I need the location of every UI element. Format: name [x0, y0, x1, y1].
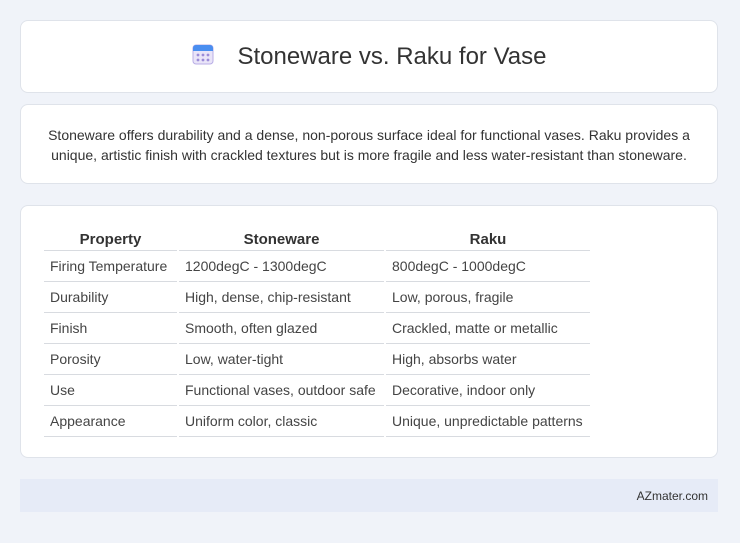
intro-card: Stoneware offers durability and a dense,… [20, 104, 718, 184]
table-cell: High, absorbs water [386, 344, 590, 375]
table-cell: Durability [44, 282, 177, 313]
title-wrap: Stoneware vs. Raku for Vase [191, 42, 547, 71]
header-stoneware: Stoneware [179, 228, 384, 251]
table-cell: Firing Temperature [44, 251, 177, 282]
table-row: Porosity Low, water-tight High, absorbs … [44, 344, 590, 375]
table-cell: Low, porous, fragile [386, 282, 590, 313]
table-row: Durability High, dense, chip-resistant L… [44, 282, 590, 313]
table-cell: Uniform color, classic [179, 406, 384, 437]
table-cell: Decorative, indoor only [386, 375, 590, 406]
table-cell: 800degC - 1000degC [386, 251, 590, 282]
header-property: Property [44, 228, 177, 251]
table-cell: Smooth, often glazed [179, 313, 384, 344]
comparison-card: Property Stoneware Raku Firing Temperatu… [20, 205, 718, 458]
table-cell: Appearance [44, 406, 177, 437]
footer-bar: AZmater.com [20, 479, 718, 512]
table-cell: Unique, unpredictable patterns [386, 406, 590, 437]
calendar-icon [191, 42, 215, 71]
table-cell: Finish [44, 313, 177, 344]
table-row: Appearance Uniform color, classic Unique… [44, 406, 590, 437]
table-cell: Crackled, matte or metallic [386, 313, 590, 344]
table-row: Firing Temperature 1200degC - 1300degC 8… [44, 251, 590, 282]
table-header-row: Property Stoneware Raku [44, 228, 590, 251]
header-raku: Raku [386, 228, 590, 251]
table-row: Finish Smooth, often glazed Crackled, ma… [44, 313, 590, 344]
table-row: Use Functional vases, outdoor safe Decor… [44, 375, 590, 406]
table-cell: Porosity [44, 344, 177, 375]
intro-text: Stoneware offers durability and a dense,… [48, 127, 690, 163]
comparison-table: Property Stoneware Raku Firing Temperatu… [42, 228, 592, 437]
table-cell: High, dense, chip-resistant [179, 282, 384, 313]
table-cell: Low, water-tight [179, 344, 384, 375]
footer-brand-link[interactable]: AZmater.com [637, 489, 708, 503]
table-cell: Use [44, 375, 177, 406]
table-cell: Functional vases, outdoor safe [179, 375, 384, 406]
table-cell: 1200degC - 1300degC [179, 251, 384, 282]
page-title: Stoneware vs. Raku for Vase [237, 42, 547, 70]
title-card: Stoneware vs. Raku for Vase [20, 20, 718, 93]
